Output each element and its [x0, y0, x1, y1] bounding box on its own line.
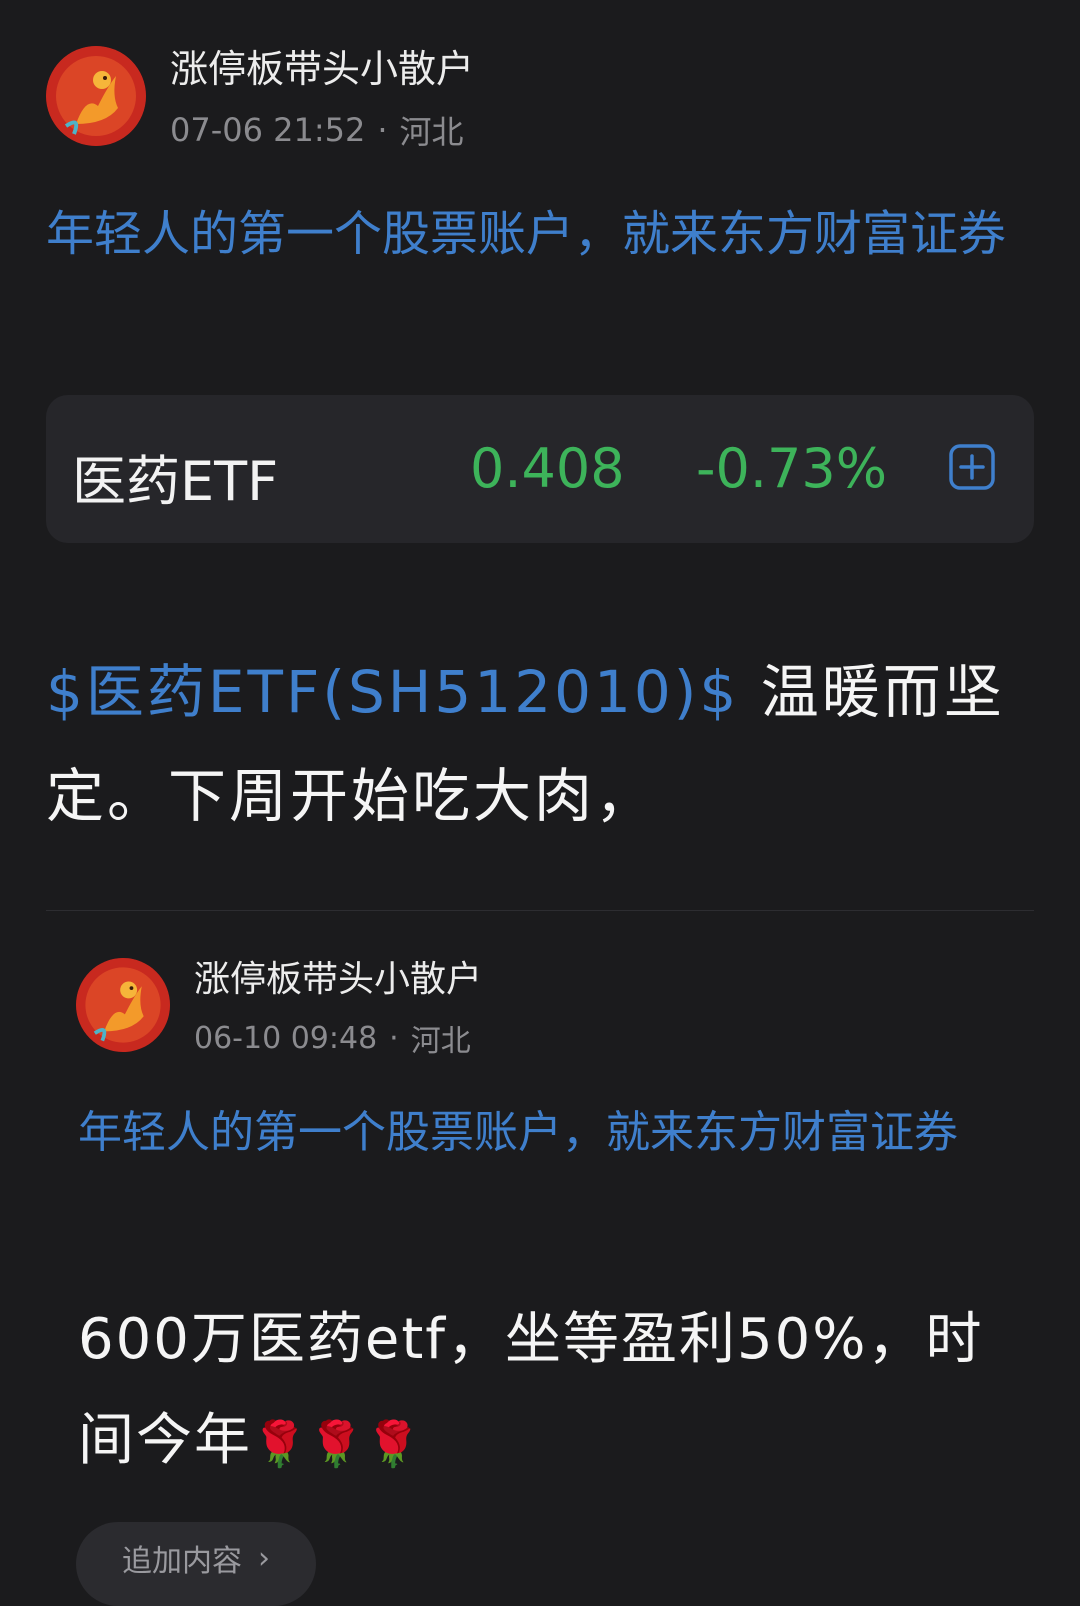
quoted-promo-link[interactable]: 年轻人的第一个股票账户，就来东方财富证券 — [78, 1098, 998, 1168]
dragon-avatar-icon — [46, 45, 146, 146]
post-body: $医药ETF(SH512010)$ 温暖而坚定。下周开始吃大肉， — [46, 640, 1036, 849]
post-meta: 涨停板带头小散户 07-06 21:52 · 河北 — [170, 38, 474, 153]
rose-icon: 🌹 — [365, 1418, 423, 1470]
quoted-post-subline: 06-10 09:48 · 河北 — [194, 1016, 482, 1060]
quoted-post-location: 河北 — [410, 1024, 471, 1059]
stock-change: -0.73% — [696, 437, 888, 500]
append-content-button[interactable]: 追加内容 › — [76, 1522, 316, 1606]
add-watchlist-icon[interactable] — [948, 443, 996, 491]
quoted-post-header: 涨停板带头小散户 06-10 09:48 · 河北 — [76, 950, 482, 1060]
post-location: 河北 — [399, 113, 464, 151]
divider — [46, 910, 1034, 911]
rose-icon: 🌹 — [308, 1418, 366, 1470]
separator-dot: · — [389, 1020, 399, 1056]
quoted-avatar[interactable] — [76, 958, 170, 1052]
quoted-post-body: 600万医药etf，坐等盈利50%，时间今年🌹🌹🌹 — [78, 1290, 1018, 1492]
separator-dot: · — [377, 111, 388, 149]
post-time: 07-06 21:52 — [170, 111, 366, 149]
promo-link[interactable]: 年轻人的第一个股票账户，就来东方财富证券 — [46, 196, 1036, 273]
author-name[interactable]: 涨停板带头小散户 — [170, 38, 474, 93]
quoted-author-name[interactable]: 涨停板带头小散户 — [194, 950, 482, 1002]
post-subline: 07-06 21:52 · 河北 — [170, 107, 474, 153]
chevron-right-icon: › — [258, 1540, 270, 1576]
dragon-avatar-icon — [76, 958, 170, 1052]
quoted-post-text: 600万医药etf，坐等盈利50%，时间今年 — [78, 1307, 984, 1473]
avatar[interactable] — [46, 45, 146, 146]
stock-tag-link[interactable]: $医药ETF(SH512010)$ — [46, 658, 739, 726]
stock-name: 医药ETF — [72, 450, 279, 513]
stock-card[interactable]: 医药ETF 0.408 -0.73% — [46, 395, 1034, 543]
append-content-label: 追加内容 — [122, 1544, 242, 1579]
quoted-post-time: 06-10 09:48 — [194, 1020, 378, 1056]
rose-icon: 🌹 — [252, 1418, 309, 1470]
post-header: 涨停板带头小散户 07-06 21:52 · 河北 — [46, 38, 474, 153]
quoted-post-meta: 涨停板带头小散户 06-10 09:48 · 河北 — [194, 950, 482, 1060]
stock-price: 0.408 — [470, 437, 625, 500]
